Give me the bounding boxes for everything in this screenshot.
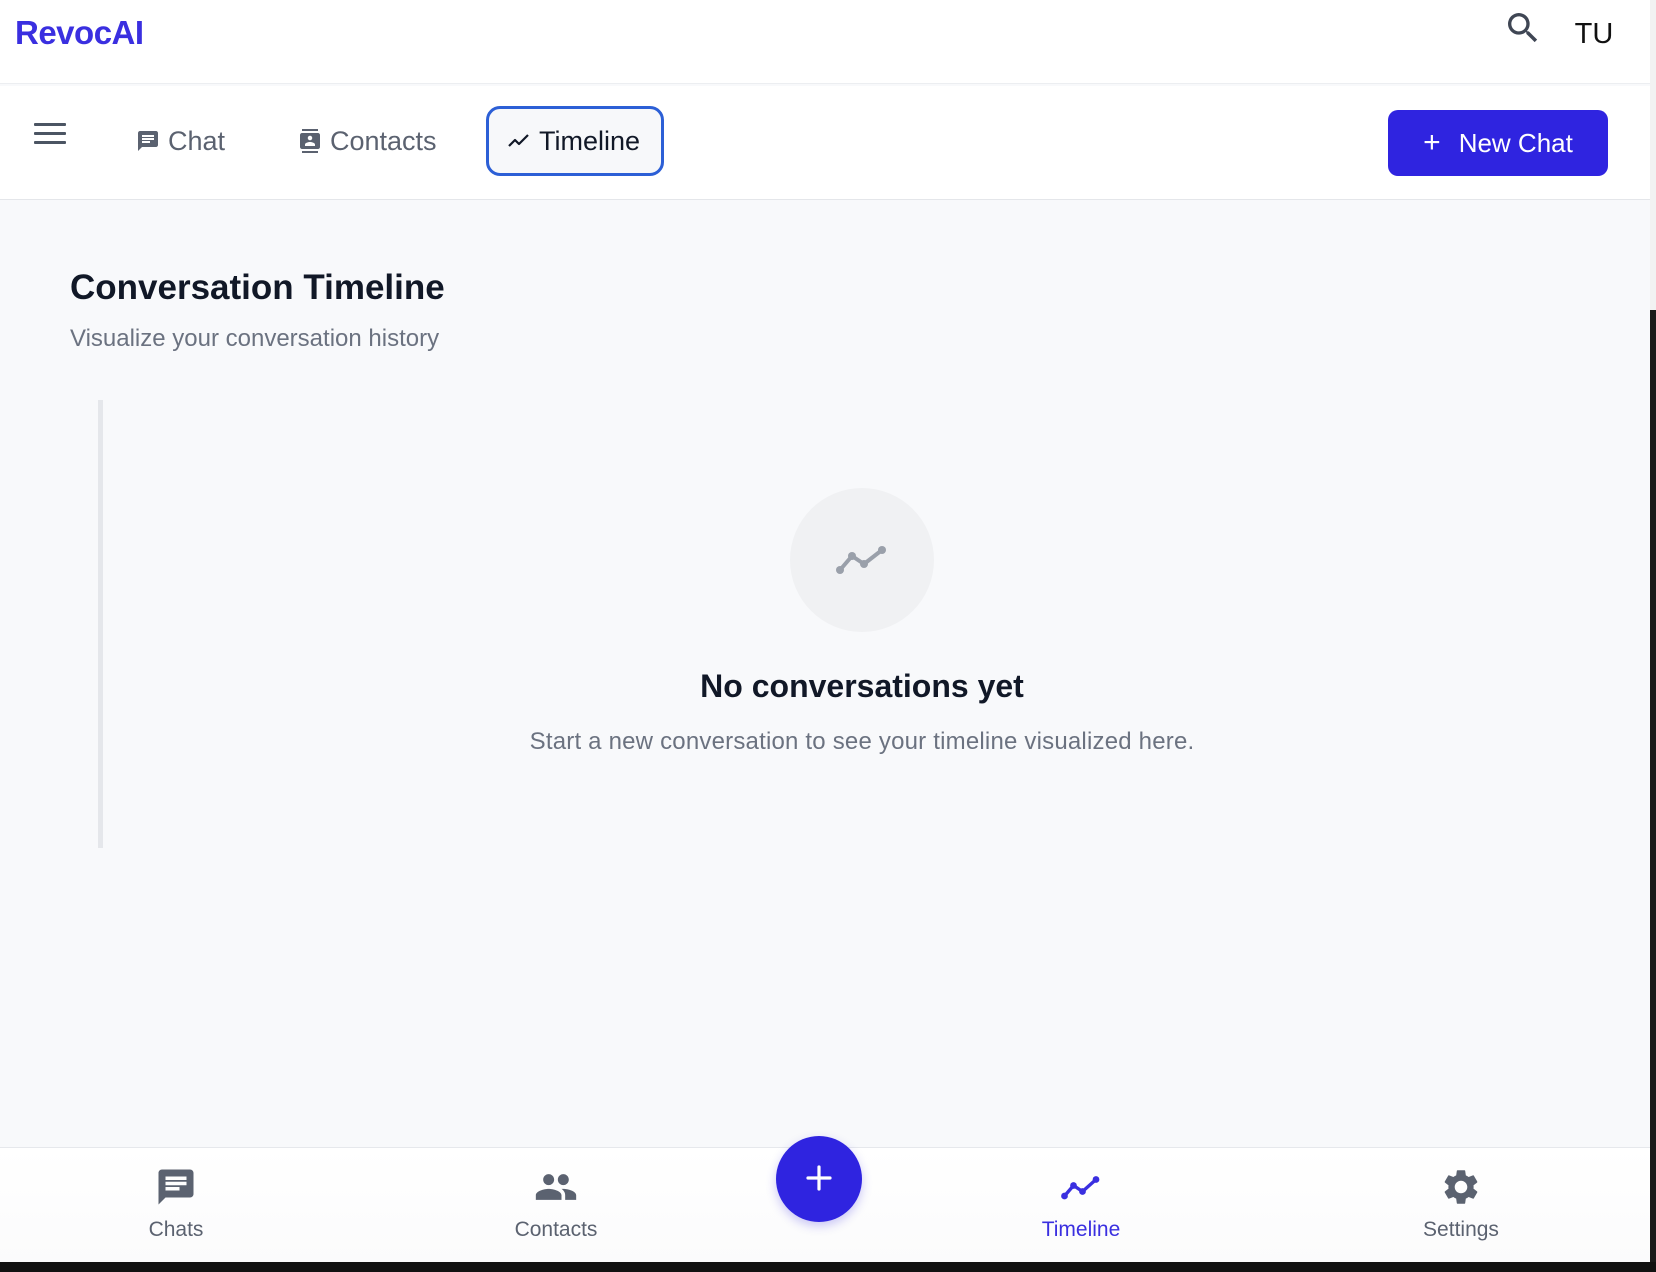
brand-logo[interactable]: RevocAI: [15, 14, 144, 52]
search-icon[interactable]: [1503, 8, 1543, 48]
timeline-trend-icon: [834, 538, 890, 583]
tab-contacts[interactable]: Contacts: [276, 106, 459, 176]
window-edge: [1650, 0, 1656, 1272]
empty-state-description: Start a new conversation to see your tim…: [529, 728, 1195, 755]
tab-timeline[interactable]: Timeline: [486, 106, 664, 176]
tab-chat[interactable]: Chat: [114, 106, 247, 176]
bottom-nav-contacts-label: Contacts: [514, 1218, 598, 1241]
contact-card-icon: [298, 128, 322, 154]
timeline-trend-icon: [1059, 1162, 1103, 1212]
page-subtitle: Visualize your conversation history: [70, 325, 440, 352]
bottom-nav-chats-label: Chats: [148, 1218, 204, 1241]
tab-timeline-label: Timeline: [539, 125, 641, 156]
tab-chat-label: Chat: [168, 125, 226, 156]
new-chat-button[interactable]: + New Chat: [1388, 110, 1608, 176]
empty-state-icon-circle: [790, 488, 934, 632]
tab-navigation-bar: Chat Contacts Timeline + New Chat: [0, 86, 1650, 200]
empty-state-title: No conversations yet: [700, 668, 1024, 704]
bottom-nav-settings[interactable]: Settings: [1381, 1162, 1541, 1254]
window-bottom-edge: [0, 1262, 1656, 1272]
user-avatar[interactable]: TU: [1570, 14, 1618, 54]
plus-icon: [804, 1163, 834, 1196]
gear-icon: [1440, 1162, 1482, 1212]
floating-add-button[interactable]: [776, 1136, 862, 1222]
bottom-nav-contacts[interactable]: Contacts: [476, 1162, 636, 1254]
app-window: RevocAI TU Chat Contacts Timeline + New …: [0, 0, 1650, 1262]
bottom-nav-settings-label: Settings: [1423, 1218, 1499, 1241]
bottom-nav-timeline[interactable]: Timeline: [1001, 1162, 1161, 1254]
timeline-trend-icon: [507, 129, 531, 153]
bottom-nav-chats[interactable]: Chats: [96, 1162, 256, 1254]
plus-icon: +: [1423, 126, 1441, 159]
page-title: Conversation Timeline: [70, 268, 445, 307]
top-bar: RevocAI TU: [0, 0, 1650, 84]
chat-bubble-icon: [155, 1162, 197, 1212]
bottom-nav-timeline-label: Timeline: [1041, 1218, 1121, 1241]
new-chat-label: New Chat: [1458, 127, 1573, 158]
tab-contacts-label: Contacts: [330, 125, 437, 156]
chat-bubble-icon: [136, 129, 160, 153]
hamburger-menu-icon[interactable]: [30, 116, 72, 154]
timeline-rail: [98, 400, 103, 848]
people-icon: [534, 1162, 578, 1212]
